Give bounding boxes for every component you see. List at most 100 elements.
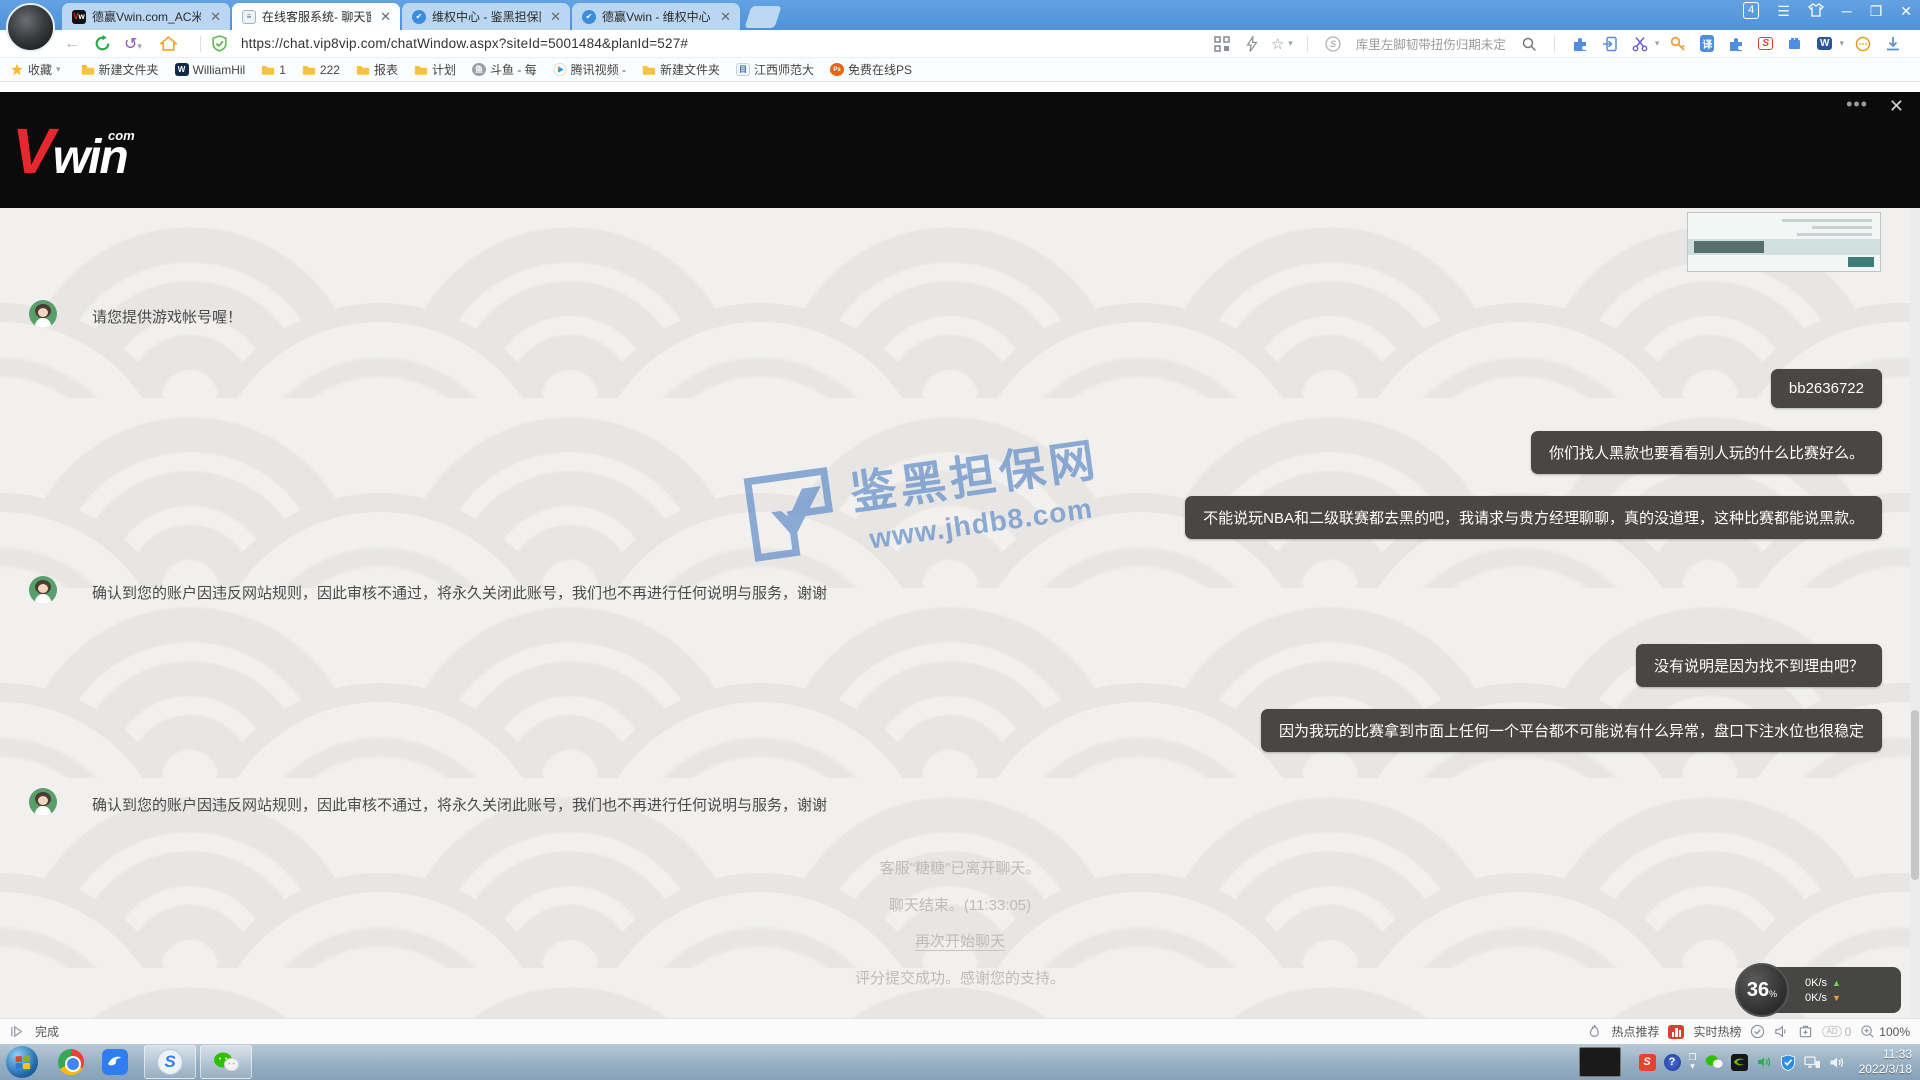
tab-title: 德赢Vwin.com_AC米兰 <box>92 8 201 25</box>
new-tab-button[interactable] <box>744 6 781 28</box>
extension-puzzle-icon[interactable] <box>1728 36 1744 52</box>
restart-chat-link[interactable]: 再次开始聊天 <box>0 930 1920 951</box>
favorites-dropdown-icon: ▾ <box>56 64 61 75</box>
taskbar-thunder-icon[interactable] <box>100 1047 130 1077</box>
tab-close-icon[interactable]: ✕ <box>377 9 394 25</box>
bookmark-item[interactable]: 1 <box>261 63 286 77</box>
document-favicon: ≡ <box>242 10 256 24</box>
url-text[interactable]: https://chat.vip8vip.com/chatWindow.aspx… <box>241 36 688 51</box>
upload-speed-row: 0K/s▲ <box>1805 977 1901 989</box>
https-shield-icon[interactable] <box>211 35 228 52</box>
help-tray-icon[interactable]: ? <box>1664 1054 1681 1071</box>
close-button[interactable]: ✕ <box>1900 4 1912 18</box>
volume-tray-icon[interactable] <box>1829 1055 1845 1070</box>
taskbar-wechat-button[interactable] <box>200 1045 252 1079</box>
key-icon[interactable] <box>1670 36 1686 52</box>
menu-icon[interactable]: ☰ <box>1777 4 1790 18</box>
search-magnifier-icon[interactable] <box>1521 36 1537 52</box>
tab-weiquan[interactable]: ✔ 维权中心 - 鉴黑担保网 ✕ <box>402 3 570 30</box>
scissors-dropdown-icon[interactable]: ▾ <box>1655 38 1660 49</box>
home-icon[interactable] <box>160 35 177 52</box>
search-suggestion-text[interactable]: 库里左脚韧带扭伤归期未定 <box>1356 34 1506 53</box>
user-message-bubble: 你们找人黑款也要看看别人玩的什么比赛好么。 <box>1531 431 1882 474</box>
hot-recommend-link[interactable]: 热点推荐 <box>1611 1023 1659 1040</box>
down-arrow-icon: ▼ <box>1832 993 1841 1003</box>
tray-wechat-icon[interactable] <box>1705 1054 1723 1070</box>
bookmark-item[interactable]: WWilliamHil <box>175 63 246 77</box>
start-button[interactable] <box>6 1046 38 1078</box>
scrollbar-thumb[interactable] <box>1911 710 1919 880</box>
back-icon[interactable]: ← <box>64 35 80 53</box>
box-add-icon[interactable] <box>1798 1024 1813 1039</box>
bookmark-item[interactable]: 报表 <box>356 61 398 78</box>
tab-count-badge[interactable]: 4 <box>1743 2 1759 19</box>
download-icon[interactable] <box>1885 36 1901 52</box>
collection-windows-icon[interactable] <box>1787 36 1803 52</box>
word-doc-icon[interactable]: W <box>1817 37 1832 50</box>
shopping-assistant-icon[interactable]: S <box>1758 37 1773 50</box>
upload-speed: 0K/s <box>1805 977 1827 989</box>
bookmark-item[interactable]: 目江西师范大 <box>736 61 814 78</box>
tab-vwin-weiquan[interactable]: ✔ 德赢Vwin - 维权中心 - ✕ <box>572 3 740 30</box>
undo-icon[interactable]: ↺▾ <box>124 34 146 54</box>
bookmark-item[interactable]: 新建文件夹 <box>642 61 720 78</box>
bookmark-label: 计划 <box>432 61 456 78</box>
nvidia-tray-icon[interactable] <box>1731 1054 1748 1071</box>
hot-rank-link[interactable]: 实时热榜 <box>1693 1023 1741 1040</box>
tab-close-icon[interactable]: ✕ <box>207 9 224 25</box>
sent-screenshot-thumbnail[interactable] <box>1687 212 1881 272</box>
tab-chat-window[interactable]: ≡ 在线客服系统- 聊天窗口 ✕ <box>232 3 400 30</box>
refresh-icon[interactable] <box>94 35 111 52</box>
qr-grid-icon[interactable] <box>1214 36 1230 52</box>
header-close-icon[interactable]: ✕ <box>1889 96 1904 117</box>
tab-close-icon[interactable]: ✕ <box>547 9 564 25</box>
windows-flag-icon <box>15 1055 30 1069</box>
word-dropdown-icon[interactable]: ▾ <box>1839 38 1844 49</box>
browser-profile-avatar[interactable] <box>6 3 55 52</box>
sogou-input-icon[interactable]: S <box>1639 1054 1656 1071</box>
taskbar-dark-window-button[interactable] <box>1579 1047 1621 1077</box>
tab-close-icon[interactable]: ✕ <box>717 9 734 25</box>
bookmark-item[interactable]: 新建文件夹 <box>81 61 159 78</box>
taskbar-clock[interactable]: 11:33 2022/3/18 <box>1859 1047 1916 1077</box>
system-message: 评分提交成功。感谢您的支持。 <box>0 967 1920 988</box>
favorite-star-icon[interactable]: ☆ <box>1271 35 1284 53</box>
network-tray-icon[interactable] <box>1804 1055 1821 1070</box>
speed-ball-circle[interactable]: 36% <box>1735 963 1789 1017</box>
green-audio-tray-icon[interactable] <box>1756 1054 1772 1070</box>
theme-skin-icon[interactable] <box>1808 3 1824 19</box>
thumb-block <box>1694 241 1764 253</box>
extension-puzzle-icon[interactable] <box>1572 36 1588 52</box>
zoom-control[interactable]: 100% <box>1860 1024 1910 1039</box>
restore-button[interactable]: ❐ <box>1870 4 1883 18</box>
bookmark-item[interactable]: 计划 <box>414 61 456 78</box>
agent-message: 确认到您的账户因违反网站规则，因此审核不通过，将永久关闭此账号，我们也不再进行任… <box>29 788 827 816</box>
bookmark-item[interactable]: 鱼斗鱼 - 每 <box>472 61 537 78</box>
translate-icon[interactable]: 译 <box>1700 35 1714 52</box>
taskbar-chrome-icon[interactable] <box>56 1047 86 1077</box>
taskbar-sogou-browser-button[interactable]: S <box>144 1045 196 1079</box>
tray-expand-icon[interactable]: ❐▾ <box>1689 1053 1697 1071</box>
status-left: 完成 <box>10 1023 59 1040</box>
ad-blocker-status[interactable]: AD 0 <box>1822 1025 1851 1039</box>
mute-speaker-icon[interactable] <box>1774 1024 1789 1039</box>
scrollbar-track[interactable] <box>1910 208 1920 1018</box>
bookmark-item[interactable]: 腾讯视频 - <box>553 61 626 78</box>
screenshot-scissors-icon[interactable] <box>1632 36 1648 52</box>
agent-avatar <box>29 788 57 816</box>
williamhill-icon: W <box>175 63 189 76</box>
agent-avatar <box>29 300 57 328</box>
safety-check-icon[interactable] <box>1750 1024 1765 1039</box>
favorites-menu[interactable]: 收藏 ▾ <box>10 61 65 78</box>
qq-guard-shield-icon[interactable] <box>1780 1054 1796 1071</box>
bookmark-item[interactable]: Ps免费在线PS <box>830 61 912 78</box>
minimize-button[interactable]: ─ <box>1842 4 1852 18</box>
flash-icon[interactable] <box>1244 36 1260 52</box>
more-circle-icon[interactable] <box>1855 36 1871 52</box>
tab-vwin[interactable]: Vw 德赢Vwin.com_AC米兰 ✕ <box>62 3 230 30</box>
bookmark-item[interactable]: 222 <box>302 63 340 77</box>
collect-login-icon[interactable] <box>1602 36 1618 52</box>
star-dropdown-icon[interactable]: ▾ <box>1288 38 1293 49</box>
header-more-icon[interactable]: ••• <box>1846 94 1868 115</box>
restart-chat-label[interactable]: 再次开始聊天 <box>915 933 1005 951</box>
